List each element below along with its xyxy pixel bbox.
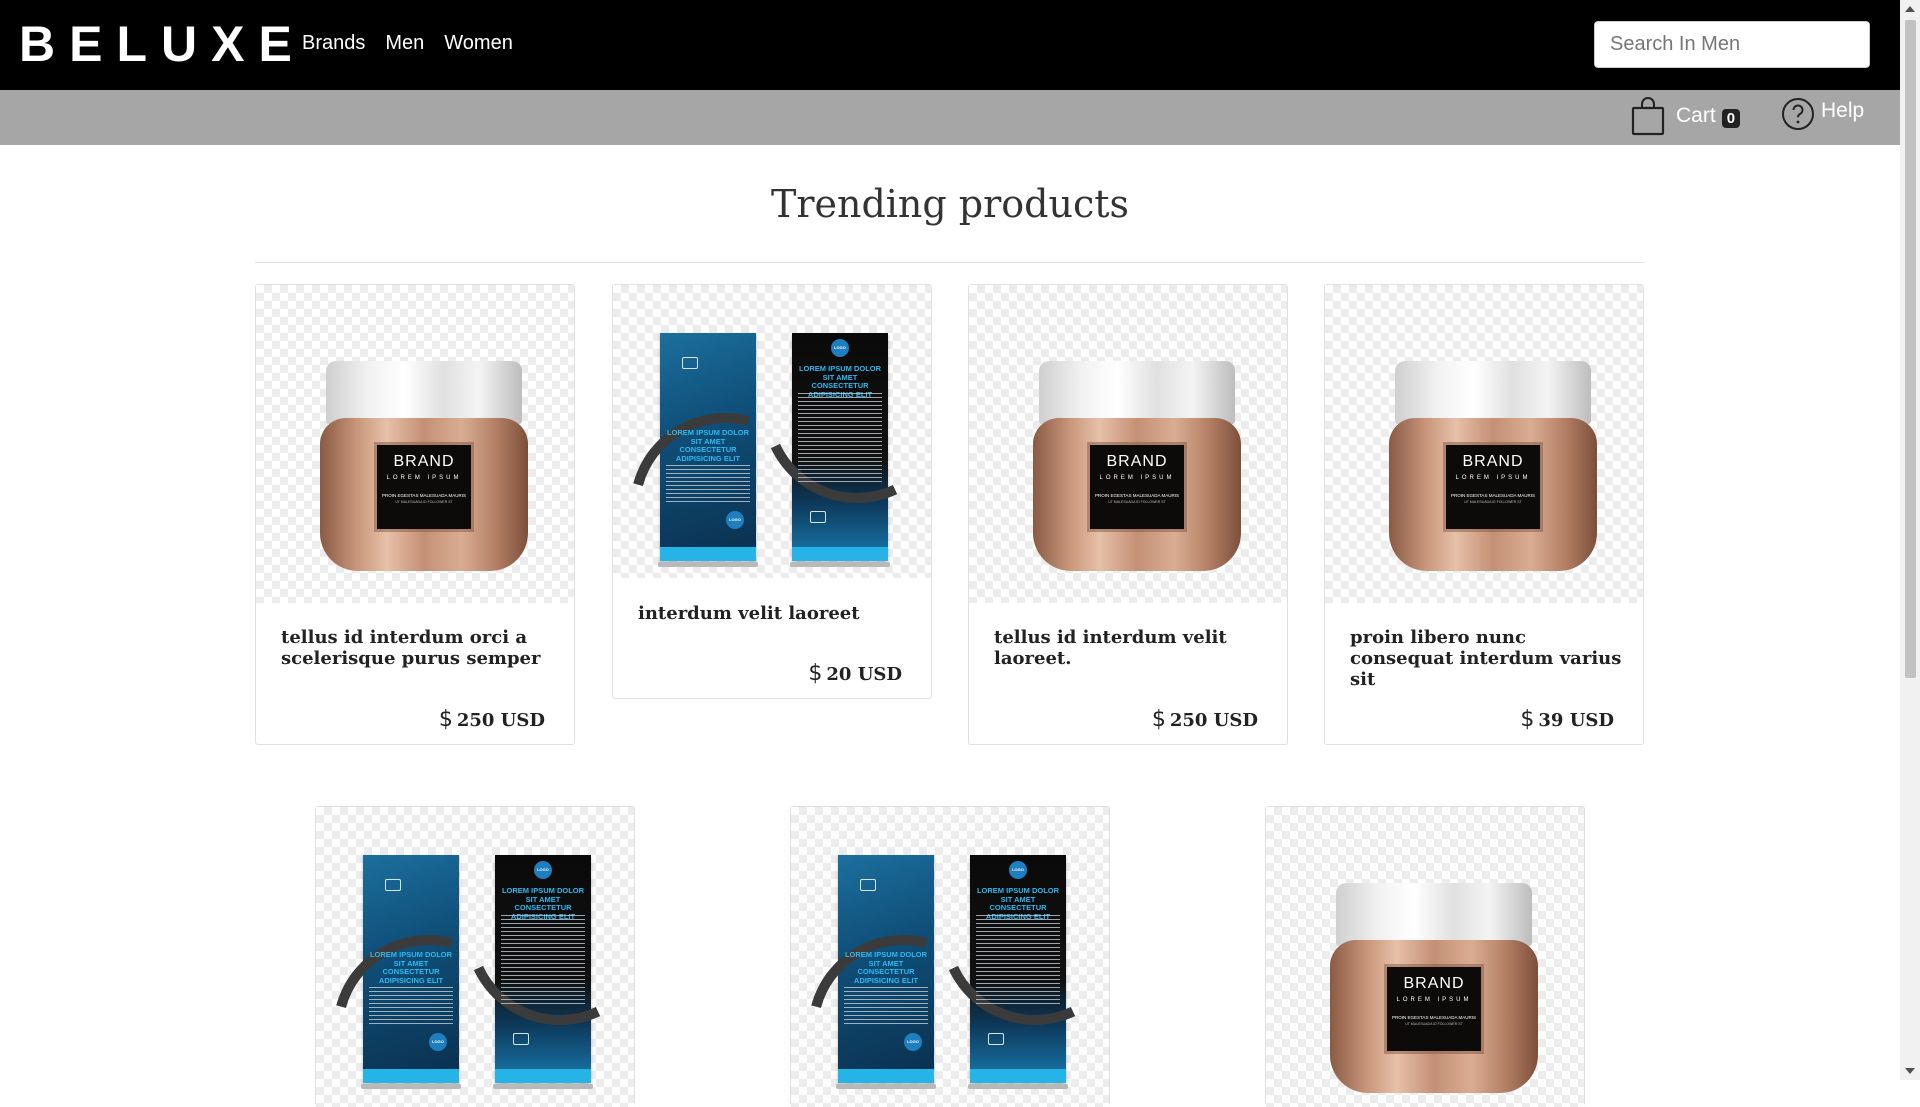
price-value: 20 USD [826,664,902,685]
cosmetic-jar-image: BRAND LOREM IPSUM PROIN EGESTAS MALESUAD… [1330,883,1538,1093]
jar-brand-text: BRAND [1462,453,1524,470]
dollar-sign: $ [808,661,823,686]
product-image[interactable]: BRAND LOREM IPSUM PROIN EGESTAS MALESUAD… [969,285,1287,603]
product-name[interactable]: interdum velit laoreet [638,603,911,624]
product-price: $250 USD [439,707,545,732]
product-card[interactable]: BRAND LOREM IPSUM PROIN EGESTAS MALESUAD… [255,284,575,745]
jar-brand-text: BRAND [1106,453,1168,470]
jar-sub-text: LOREM IPSUM [1099,475,1175,481]
product-price: $250 USD [1152,707,1258,732]
dollar-sign: $ [438,707,453,732]
banner-logo: LOGO [534,861,552,879]
nav-brands[interactable]: Brands [302,32,365,55]
jar-line1-text: PROIN EGESTAS MALESUADA MAURIS [1451,493,1535,498]
product-image[interactable]: LOREM IPSUM DOLOR SIT AMET CONSECTETUR A… [613,285,931,578]
scroll-up-arrow-icon[interactable] [1905,6,1915,12]
product-card[interactable]: LOREM IPSUM DOLOR SIT AMET CONSECTETUR A… [612,284,932,699]
jar-line2-text: UT MALESUADA ID FOLLOWER ST [1464,500,1522,504]
jar-line1-text: PROIN EGESTAS MALESUADA MAURIS [382,493,466,498]
main-nav: Brands Men Women [302,32,513,55]
beluxe-logo[interactable]: BELUXE [19,19,306,69]
price-value: 250 USD [456,710,545,731]
jar-line1-text: PROIN EGESTAS MALESUADA MAURIS [1392,1015,1476,1020]
rollup-banner-image: LOGO LOREM IPSUM DOLOR SIT AMET CONSECTE… [438,808,634,1089]
cart-button[interactable]: Cart 0 [1630,96,1741,136]
rollup-banner-image: LOGO LOREM IPSUM DOLOR SIT AMET CONSECTE… [913,808,1109,1089]
top-navigation-bar: BELUXE Brands Men Women [0,0,1900,90]
scroll-down-arrow-icon[interactable] [1905,1068,1915,1074]
nav-men[interactable]: Men [385,32,424,55]
scroll-thumb[interactable] [1905,20,1916,678]
price-value: 39 USD [1538,710,1614,731]
rollup-banner-image: LOGO LOREM IPSUM DOLOR SIT AMET CONSECTE… [735,286,931,567]
page-scrollbar[interactable] [1900,0,1920,1080]
jar-sub-text: LOREM IPSUM [386,475,462,481]
utility-bar [0,90,1900,145]
jar-line1-text: PROIN EGESTAS MALESUADA MAURIS [1095,493,1179,498]
product-image[interactable]: LOREM IPSUM DOLOR SIT AMET CONSECTETUR A… [316,807,634,1107]
banner-heading: LOREM IPSUM DOLOR SIT AMET CONSECTETUR A… [844,950,928,985]
cosmetic-jar-image: BRAND LOREM IPSUM PROIN EGESTAS MALESUAD… [1033,361,1241,571]
jar-line2-text: UT MALESUADA ID FOLLOWER ST [395,500,453,504]
product-name[interactable]: tellus id interdum orci a scelerisque pu… [281,627,554,669]
rollup-banner-image: LOREM IPSUM DOLOR SIT AMET CONSECTETUR A… [316,855,558,1107]
product-image[interactable]: BRAND LOREM IPSUM PROIN EGESTAS MALESUAD… [1266,807,1584,1107]
help-button[interactable]: Help [1781,97,1864,131]
product-card[interactable]: BRAND LOREM IPSUM PROIN EGESTAS MALESUAD… [1265,806,1585,1107]
page-title: Trending products [770,182,1130,226]
jar-sub-text: LOREM IPSUM [1396,997,1472,1003]
cart-label: Cart [1676,104,1716,127]
product-card[interactable]: BRAND LOREM IPSUM PROIN EGESTAS MALESUAD… [1324,284,1644,745]
product-name[interactable]: tellus id interdum velit laoreet. [994,627,1267,669]
title-divider [255,262,1645,263]
jar-sub-text: LOREM IPSUM [1455,475,1531,481]
jar-brand-text: BRAND [393,453,455,470]
banner-heading: LOREM IPSUM DOLOR SIT AMET CONSECTETUR A… [666,428,750,463]
jar-brand-text: BRAND [1403,975,1465,992]
shopping-bag-icon [1631,97,1665,136]
product-card[interactable]: LOREM IPSUM DOLOR SIT AMET CONSECTETUR A… [790,806,1110,1107]
product-image[interactable]: BRAND LOREM IPSUM PROIN EGESTAS MALESUAD… [1325,285,1643,603]
product-image[interactable]: LOREM IPSUM DOLOR SIT AMET CONSECTETUR A… [791,807,1109,1107]
help-label: Help [1821,99,1865,122]
price-value: 250 USD [1169,710,1258,731]
product-image[interactable]: BRAND LOREM IPSUM PROIN EGESTAS MALESUAD… [256,285,574,603]
dollar-sign: $ [1151,707,1166,732]
jar-line2-text: UT MALESUADA ID FOLLOWER ST [1405,1022,1463,1026]
product-price: $39 USD [1520,707,1614,732]
banner-logo: LOGO [726,511,744,529]
rollup-banner-image: LOREM IPSUM DOLOR SIT AMET CONSECTETUR A… [791,855,1033,1107]
rollup-banner-image: LOREM IPSUM DOLOR SIT AMET CONSECTETUR A… [613,333,855,578]
banner-logo: LOGO [904,1033,922,1051]
cosmetic-jar-image: BRAND LOREM IPSUM PROIN EGESTAS MALESUAD… [320,361,528,571]
cosmetic-jar-image: BRAND LOREM IPSUM PROIN EGESTAS MALESUAD… [1389,361,1597,571]
cart-count-badge: 0 [1721,108,1741,128]
question-circle-icon [1782,98,1814,130]
banner-logo: LOGO [1009,861,1027,879]
jar-line2-text: UT MALESUADA ID FOLLOWER ST [1108,500,1166,504]
banner-heading: LOREM IPSUM DOLOR SIT AMET CONSECTETUR A… [369,950,453,985]
nav-women[interactable]: Women [444,32,513,55]
search-input[interactable] [1594,21,1870,68]
product-name[interactable]: proin libero nunc consequat interdum var… [1350,627,1623,690]
product-card[interactable]: LOREM IPSUM DOLOR SIT AMET CONSECTETUR A… [315,806,635,1107]
banner-logo: LOGO [831,339,849,357]
product-price: $20 USD [808,661,902,686]
dollar-sign: $ [1520,707,1535,732]
banner-logo: LOGO [429,1033,447,1051]
product-card[interactable]: BRAND LOREM IPSUM PROIN EGESTAS MALESUAD… [968,284,1288,745]
